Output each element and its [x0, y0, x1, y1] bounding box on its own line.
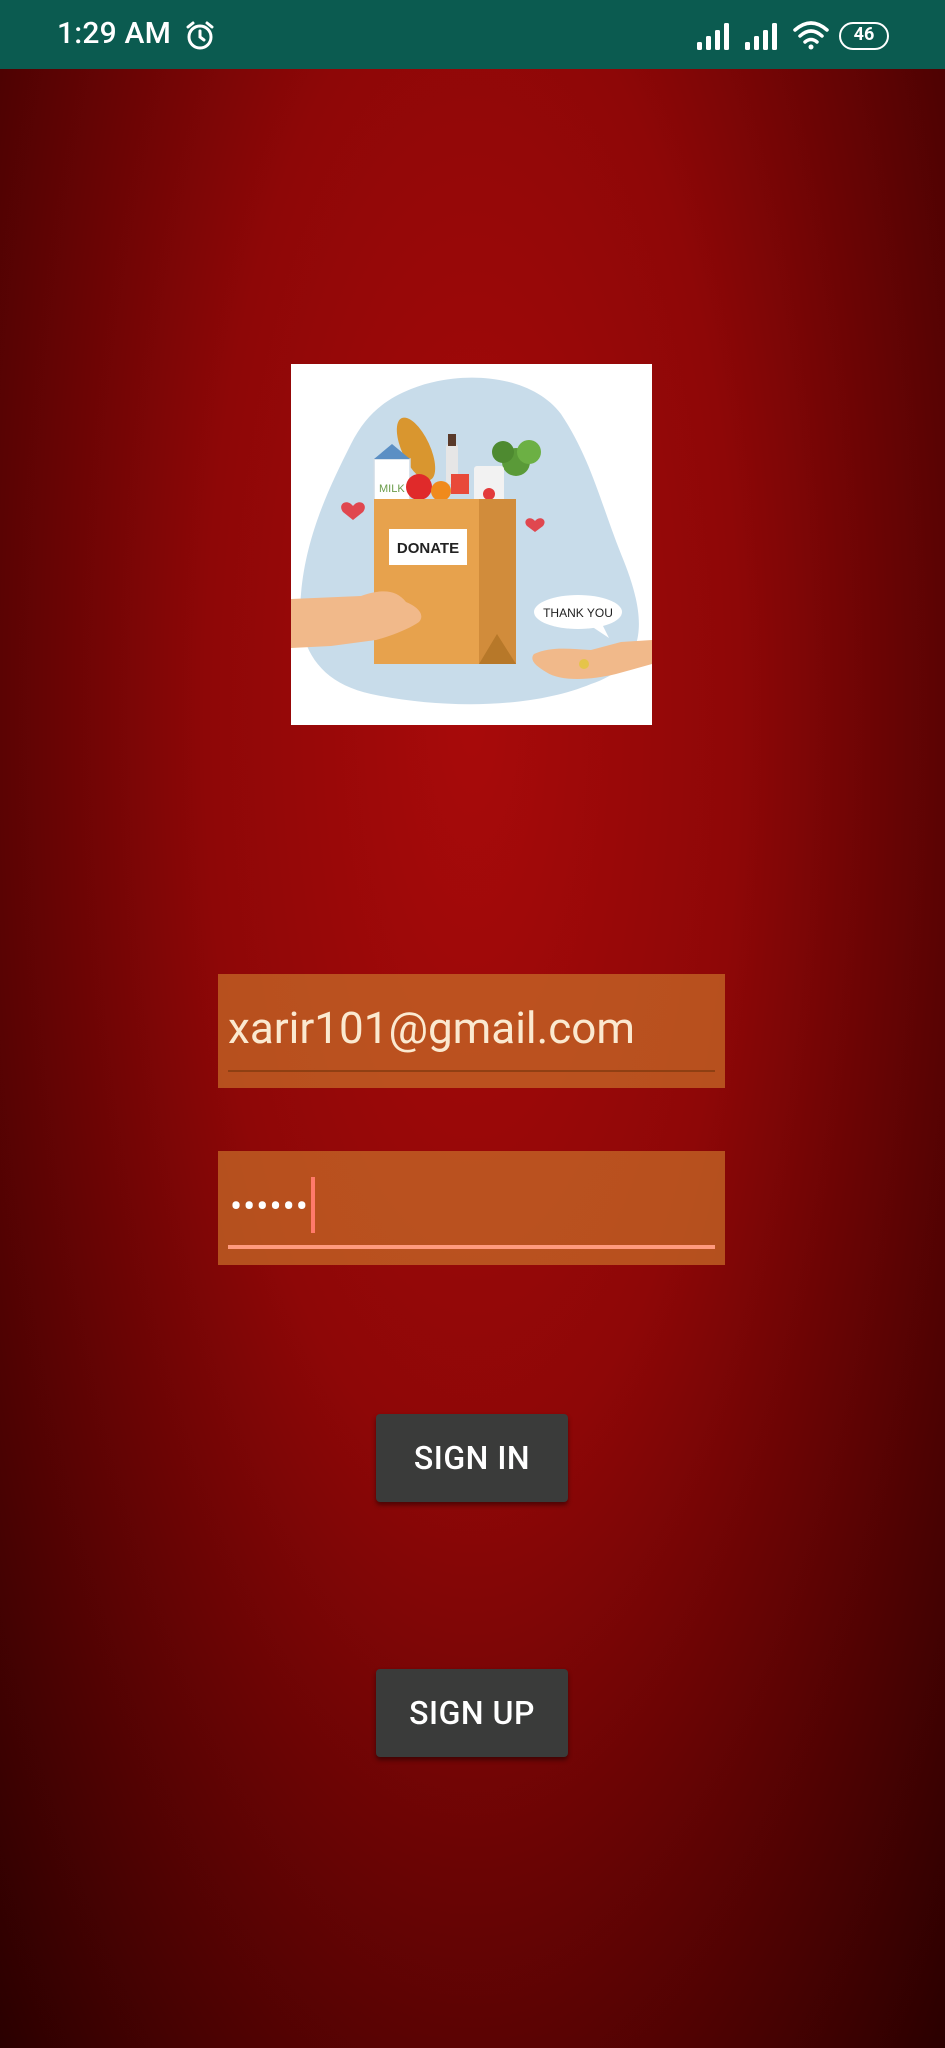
milk-label: MILK: [379, 483, 405, 495]
signal-icon: [745, 23, 777, 50]
donation-illustration: MILK DONATE THANK YOU: [291, 377, 652, 705]
password-value: ••••••: [230, 1177, 315, 1237]
signal-icon: [697, 23, 729, 50]
password-underline: [228, 1245, 715, 1249]
donation-logo: MILK DONATE THANK YOU: [291, 364, 652, 725]
email-underline: [228, 1070, 715, 1072]
password-field[interactable]: ••••••: [218, 1151, 725, 1265]
sign-in-button[interactable]: SIGN IN: [376, 1414, 568, 1502]
password-mask: ••••••: [230, 1185, 309, 1228]
email-value: xarir101@gmail.com: [228, 1002, 635, 1054]
speech-bubble-label: THANK YOU: [543, 606, 613, 620]
sign-up-button[interactable]: SIGN UP: [376, 1669, 568, 1757]
wifi-icon: [793, 21, 829, 50]
email-field[interactable]: xarir101@gmail.com: [218, 974, 725, 1088]
status-bar: 1:29 AM 46: [0, 0, 945, 69]
battery-level: 46: [853, 24, 875, 45]
status-time: 1:29 AM: [57, 16, 172, 51]
text-caret: [310, 1177, 315, 1233]
bag-label: DONATE: [397, 540, 459, 557]
alarm-icon: [186, 21, 214, 50]
battery-icon: 46: [839, 22, 889, 50]
